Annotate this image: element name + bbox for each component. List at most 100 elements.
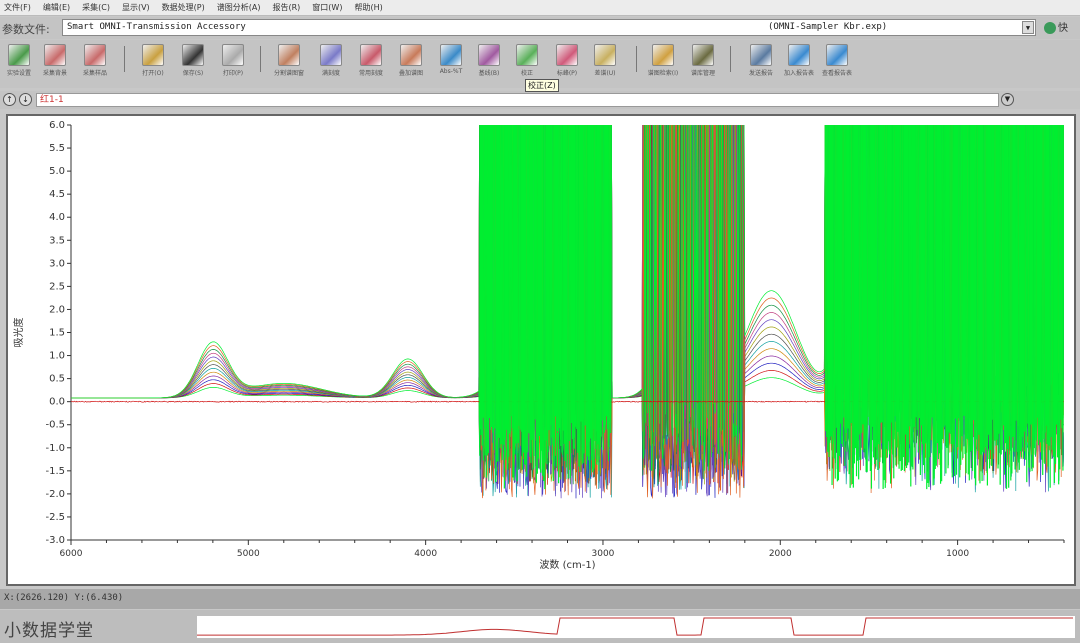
open-icon xyxy=(142,44,164,66)
experiment-file-value: (OMNI-Sampler Kbr.exp) xyxy=(768,22,888,32)
toolbar-button-experiment-setup[interactable]: 实验设置 xyxy=(0,44,38,77)
y-tick-label: 5.0 xyxy=(49,166,65,177)
menu-item[interactable]: 采集(C) xyxy=(82,2,110,13)
y-tick-label: 2.0 xyxy=(49,304,65,315)
toolbar-label: Abs-%T xyxy=(439,68,463,75)
toolbar-button-common-scale[interactable]: 常用刻度 xyxy=(352,44,390,77)
x-tick-label: 1000 xyxy=(946,549,969,559)
spectrum-dropdown-icon[interactable]: ▼ xyxy=(1001,93,1014,106)
toolbar-button-split-window[interactable]: 分割谱图窗 xyxy=(270,44,308,77)
y-tick-label: -2.5 xyxy=(45,512,65,523)
toolbar-label: 分割谱图窗 xyxy=(273,70,304,77)
collect-sample-icon xyxy=(84,44,106,66)
parameter-file-row: 参数文件: Smart OMNI-Transmission Accessory … xyxy=(0,17,1080,39)
toolbar-separator xyxy=(260,46,261,72)
x-tick-label: 2000 xyxy=(769,549,792,559)
split-window-icon xyxy=(278,44,300,66)
toolbar-button-save[interactable]: 保存(S) xyxy=(174,44,212,77)
y-tick-label: 3.0 xyxy=(49,258,65,269)
chevron-down-icon[interactable]: ▼ xyxy=(1022,21,1034,34)
add-report-icon xyxy=(788,44,810,66)
subtract-icon xyxy=(594,44,616,66)
toolbar-button-full-scale[interactable]: 满刻度 xyxy=(312,44,350,77)
toolbar-separator xyxy=(636,46,637,72)
y-tick-label: -3.0 xyxy=(45,535,65,546)
toolbar-button-send-report[interactable]: 发送报告 xyxy=(742,44,780,77)
toolbar-button-view-report[interactable]: 查看报告表 xyxy=(818,44,856,77)
toolbar-button-collect-background[interactable]: 采集背景 xyxy=(36,44,74,77)
y-tick-label: 4.0 xyxy=(49,212,65,223)
collect-background-icon xyxy=(44,44,66,66)
spectrum-plot[interactable]: 6.0 5.5 5.0 4.5 4.0 3.5 3.0 2.5 2.0 1.5 1.0 0.5 0.0 -… xyxy=(8,116,1074,584)
y-tick-label: -2.0 xyxy=(45,489,65,500)
toolbar-label: 发送报告 xyxy=(748,70,773,77)
menu-item[interactable]: 谱图分析(A) xyxy=(217,2,261,13)
toolbar-label: 打开(O) xyxy=(142,70,164,77)
previous-spectrum-button[interactable]: ↑ xyxy=(3,93,16,106)
toolbar-button-library-manage[interactable]: 谱库管理 xyxy=(684,44,722,77)
y-tick-label: 6.0 xyxy=(49,120,65,131)
menu-bar: 文件(F) 编辑(E) 采集(C) 显示(V) 数据处理(P) 谱图分析(A) 报告(R) 窗… xyxy=(0,0,1080,16)
menu-item[interactable]: 帮助(H) xyxy=(354,2,382,13)
watermark: 小数据学堂 xyxy=(4,621,94,641)
toolbar-label: 标峰(P) xyxy=(556,70,578,77)
toolbar-label: 保存(S) xyxy=(182,70,204,77)
full-scale-icon xyxy=(320,44,342,66)
toolbar-button-collect-sample[interactable]: 采集样品 xyxy=(76,44,114,77)
menu-item[interactable]: 显示(V) xyxy=(122,2,150,13)
send-report-icon xyxy=(750,44,772,66)
y-tick-label: 0.5 xyxy=(49,374,65,385)
y-tick-label: 3.5 xyxy=(49,235,65,246)
toolbar-label: 校正 xyxy=(520,70,533,77)
y-axis-label: 吸光度 xyxy=(12,318,25,348)
toolbar-button-abs-t[interactable]: Abs-%T xyxy=(432,44,470,75)
toolbar-label: 基线(B) xyxy=(478,70,500,77)
menu-item[interactable]: 编辑(E) xyxy=(43,2,70,13)
quick-button[interactable]: 快 xyxy=(1044,19,1068,34)
toolbar-label: 叠加谱图 xyxy=(398,70,423,77)
common-scale-icon xyxy=(360,44,382,66)
x-tick-label: 4000 xyxy=(414,549,437,559)
y-tick-label: -0.5 xyxy=(45,420,65,431)
toolbar-button-baseline[interactable]: 基线(B) xyxy=(470,44,508,77)
toolbar-button-add-report[interactable]: 加入报告表 xyxy=(780,44,818,77)
toolbar-label: 谱图检索(I) xyxy=(647,70,679,77)
toolbar-label: 常用刻度 xyxy=(358,70,383,77)
toolbar-button-print[interactable]: 打印(P) xyxy=(214,44,252,77)
toolbar-label: 谱库管理 xyxy=(690,70,715,77)
toolbar-button-library-search[interactable]: 谱图检索(I) xyxy=(644,44,682,77)
toolbar-button-open[interactable]: 打开(O) xyxy=(134,44,172,77)
spectrum-window[interactable]: 6.0 5.5 5.0 4.5 4.0 3.5 3.0 2.5 2.0 1.5 1.0 0.5 0.0 -… xyxy=(6,114,1076,586)
y-tick-label: -1.5 xyxy=(45,466,65,477)
menu-item[interactable]: 报告(R) xyxy=(272,2,300,13)
toolbar-label: 打印(P) xyxy=(222,70,244,77)
toolbar-button-peak-label[interactable]: 标峰(P) xyxy=(548,44,586,77)
toolbar-separator xyxy=(730,46,731,72)
y-tick-label: 1.0 xyxy=(49,351,65,362)
toolbar-button-overlay[interactable]: 叠加谱图 xyxy=(392,44,430,77)
toolbar-label: 采集背景 xyxy=(42,70,67,77)
toolbar-button-subtract[interactable]: 差谱(U) xyxy=(586,44,624,77)
y-tick-label: 5.5 xyxy=(49,143,65,154)
parameter-file-value: Smart OMNI-Transmission Accessory xyxy=(67,22,246,32)
status-bar: X:(2626.120) Y:(6.430) xyxy=(0,589,1080,609)
toolbar-button-correct[interactable]: 校正 xyxy=(508,44,546,77)
experiment-setup-icon xyxy=(8,44,30,66)
save-icon xyxy=(182,44,204,66)
overview-strip: 小数据学堂 xyxy=(0,610,1080,643)
quick-label: 快 xyxy=(1058,23,1068,34)
y-tick-label: 1.5 xyxy=(49,328,65,339)
tooltip: 校正(Z) xyxy=(525,79,559,92)
y-tick-label: -1.0 xyxy=(45,443,65,454)
overview-line xyxy=(197,617,1073,636)
menu-item[interactable]: 数据处理(P) xyxy=(162,2,205,13)
next-spectrum-button[interactable]: ↓ xyxy=(19,93,32,106)
overview-spectrum[interactable] xyxy=(197,616,1075,638)
menu-item[interactable]: 文件(F) xyxy=(4,2,31,13)
correct-icon xyxy=(516,44,538,66)
spectrum-title-field[interactable]: 红1-1 xyxy=(36,93,999,107)
toolbar-separator xyxy=(124,46,125,72)
toolbar-label: 实验设置 xyxy=(6,70,31,77)
parameter-file-select[interactable]: Smart OMNI-Transmission Accessory (OMNI-… xyxy=(62,19,1036,36)
menu-item[interactable]: 窗口(W) xyxy=(312,2,342,13)
